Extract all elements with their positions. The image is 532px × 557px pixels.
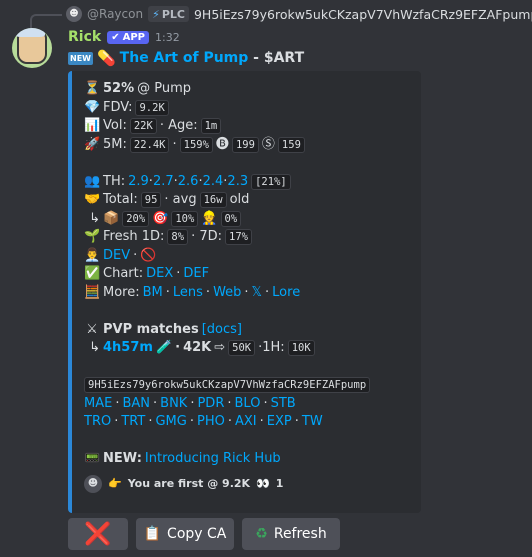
news-row: 📟 NEW: Introducing Rick Hub [84, 450, 409, 469]
tool-links-row-1: MAE · BAN · BNK · PDR · BLO · STB [84, 395, 409, 414]
th-link[interactable]: 2.6 [178, 174, 199, 189]
dex-link[interactable]: DEX [146, 265, 173, 284]
rocket-icon: 🚀 [84, 136, 101, 152]
token-embed: ⏳ 52% @ Pump 💎 FDV: 9.2K 📊 Vol: 22K · Age: 1m 🚀 5… [68, 71, 421, 513]
bolt-icon: ⚡ [152, 7, 160, 21]
eyes-icon: 👀 [256, 477, 270, 490]
top-holders-row: 👥 TH: 2.9·2.7·2.6·2.4·2.3 [21%] [84, 173, 409, 192]
gmg-link[interactable]: GMG [155, 413, 186, 432]
app-badge: ✔ APP [107, 30, 149, 44]
close-button[interactable]: ❌ [68, 518, 128, 550]
bm-link[interactable]: BM [143, 284, 163, 303]
embed-footer: ☻ 👉 You are first @ 9.2K 👀 1 [84, 474, 409, 493]
author-name[interactable]: Rick [68, 29, 101, 45]
trt-link[interactable]: TRT [121, 413, 145, 432]
ticker: $ART [263, 50, 305, 66]
recycle-icon: ♻ [255, 526, 268, 542]
pdr-link[interactable]: PDR [197, 395, 224, 414]
lens-link[interactable]: Lens [173, 284, 203, 303]
pump-progress-row: ⏳ 52% @ Pump [84, 80, 409, 99]
chart-links-row: ✅ Chart: DEX · DEF [84, 265, 409, 284]
reply-avatar[interactable]: ☻ [66, 6, 82, 22]
contract-address[interactable]: 9H5iEzs79y6rokw5ukCKzapV7VhWzfaCRz9EFZAF… [84, 377, 371, 394]
pvp-time-link[interactable]: 4h57m [103, 339, 153, 358]
token-link[interactable]: The Art of Pump [120, 50, 249, 66]
reply-connector [30, 14, 62, 28]
reply-username[interactable]: @Raycon [87, 7, 143, 21]
swords-icon: ⚔ [86, 321, 98, 337]
five-min-row: 🚀 5M: 22.4K · 159% 🅑 199 Ⓢ 159 [84, 136, 409, 155]
box-icon: 📦 [103, 210, 120, 226]
fresh-row: 🌱 Fresh 1D: 8% · 7D: 17% [84, 228, 409, 247]
dev-icon: 👨‍💼 [84, 247, 101, 263]
pill-icon: 💊 [96, 49, 116, 67]
def-link[interactable]: DEF [183, 265, 209, 284]
author-avatar[interactable] [12, 28, 52, 68]
blo-link[interactable]: BLO [235, 395, 261, 414]
contract-address-row: 9H5iEzs79y6rokw5ukCKzapV7VhWzfaCRz9EFZAF… [84, 376, 409, 395]
pager-icon: 📟 [84, 451, 101, 466]
handshake-icon: 🤝 [84, 192, 101, 207]
check-icon: ✔ [111, 31, 120, 43]
syringe-icon: 🧪 [155, 340, 173, 355]
holder-breakdown-row: ↳ 📦 20% 🎯 10% 👷 0% [84, 210, 409, 229]
reply-context[interactable]: ☻ @Raycon ⚡ PLC 9H5iEzs79y6rokw5ukCKzapV7… [30, 4, 532, 28]
tool-links-row-2: TRO · TRT · GMG · PHO · AXI · EXP · TW [84, 413, 409, 432]
no-entry-icon: 🚫 [140, 247, 157, 263]
tro-link[interactable]: TRO [84, 413, 111, 432]
exp-link[interactable]: EXP [267, 413, 292, 432]
rick-hub-link[interactable]: Introducing Rick Hub [145, 450, 281, 469]
ban-link[interactable]: BAN [122, 395, 150, 414]
web-link[interactable]: Web [213, 284, 241, 303]
copy-ca-button[interactable]: 📋 Copy CA [136, 518, 234, 550]
hourglass-icon: ⏳ [84, 81, 101, 96]
chart-icon: 📊 [84, 118, 101, 133]
axi-link[interactable]: AXI [235, 413, 257, 432]
target-icon: 🎯 [152, 210, 169, 226]
pvp-detail-row: ↳ 4h57m 🧪 · 42K ⇨ 50K ·1H: 10K [84, 339, 409, 358]
th-link[interactable]: 2.3 [227, 174, 248, 189]
vol-row: 📊 Vol: 22K · Age: 1m [84, 117, 409, 136]
refresh-button[interactable]: ♻ Refresh [242, 518, 340, 550]
seedling-icon: 🌱 [84, 229, 101, 244]
cross-icon: ❌ [84, 521, 112, 547]
bnk-link[interactable]: BNK [160, 395, 187, 414]
clipboard-icon: 📋 [143, 526, 162, 542]
sell-icon: Ⓢ [261, 136, 275, 152]
reply-text[interactable]: 9H5iEzs79y6rokw5ukCKzapV7VhWzfaCRz9EFZAF… [194, 7, 532, 22]
total-holders-row: 🤝 Total: 95 · avg 16w old [84, 191, 409, 210]
pvp-header-row: ⚔ PVP matches [docs] [84, 321, 409, 340]
docs-link[interactable]: [docs] [202, 321, 242, 340]
th-link[interactable]: 2.7 [153, 174, 174, 189]
dev-row: 👨‍💼 DEV · 🚫 [84, 247, 409, 266]
action-buttons: ❌ 📋 Copy CA ♻ Refresh [68, 518, 340, 550]
abacus-icon: 🧮 [84, 284, 101, 300]
point-right-icon: 👉 [108, 477, 122, 490]
timestamp[interactable]: 1:32 [155, 31, 180, 44]
dev-link[interactable]: DEV [103, 247, 130, 266]
reply-tag: ⚡ PLC [148, 6, 189, 22]
tw-link[interactable]: TW [302, 413, 323, 432]
message-title: NEW 💊 The Art of Pump - $ART [68, 49, 305, 67]
checkmark-icon: ✅ [84, 266, 101, 281]
message-header: Rick ✔ APP 1:32 [68, 28, 180, 46]
th-link[interactable]: 2.9 [128, 174, 149, 189]
mae-link[interactable]: MAE [84, 395, 112, 414]
buy-icon: 🅑 [215, 136, 229, 152]
lore-link[interactable]: Lore [272, 284, 300, 303]
footer-avatar: ☻ [84, 474, 102, 493]
x-link[interactable]: 𝕏 [252, 284, 262, 303]
more-links-row: 🧮 More: BM · Lens · Web · 𝕏 · Lore [84, 284, 409, 303]
diamond-icon: 💎 [84, 99, 101, 115]
worker-icon: 👷 [201, 210, 218, 226]
th-link[interactable]: 2.4 [203, 174, 224, 189]
holders-icon: 👥 [84, 173, 101, 189]
new-icon: NEW [68, 51, 93, 65]
pho-link[interactable]: PHO [197, 413, 225, 432]
fdv-row: 💎 FDV: 9.2K [84, 99, 409, 118]
stb-link[interactable]: STB [271, 395, 296, 414]
